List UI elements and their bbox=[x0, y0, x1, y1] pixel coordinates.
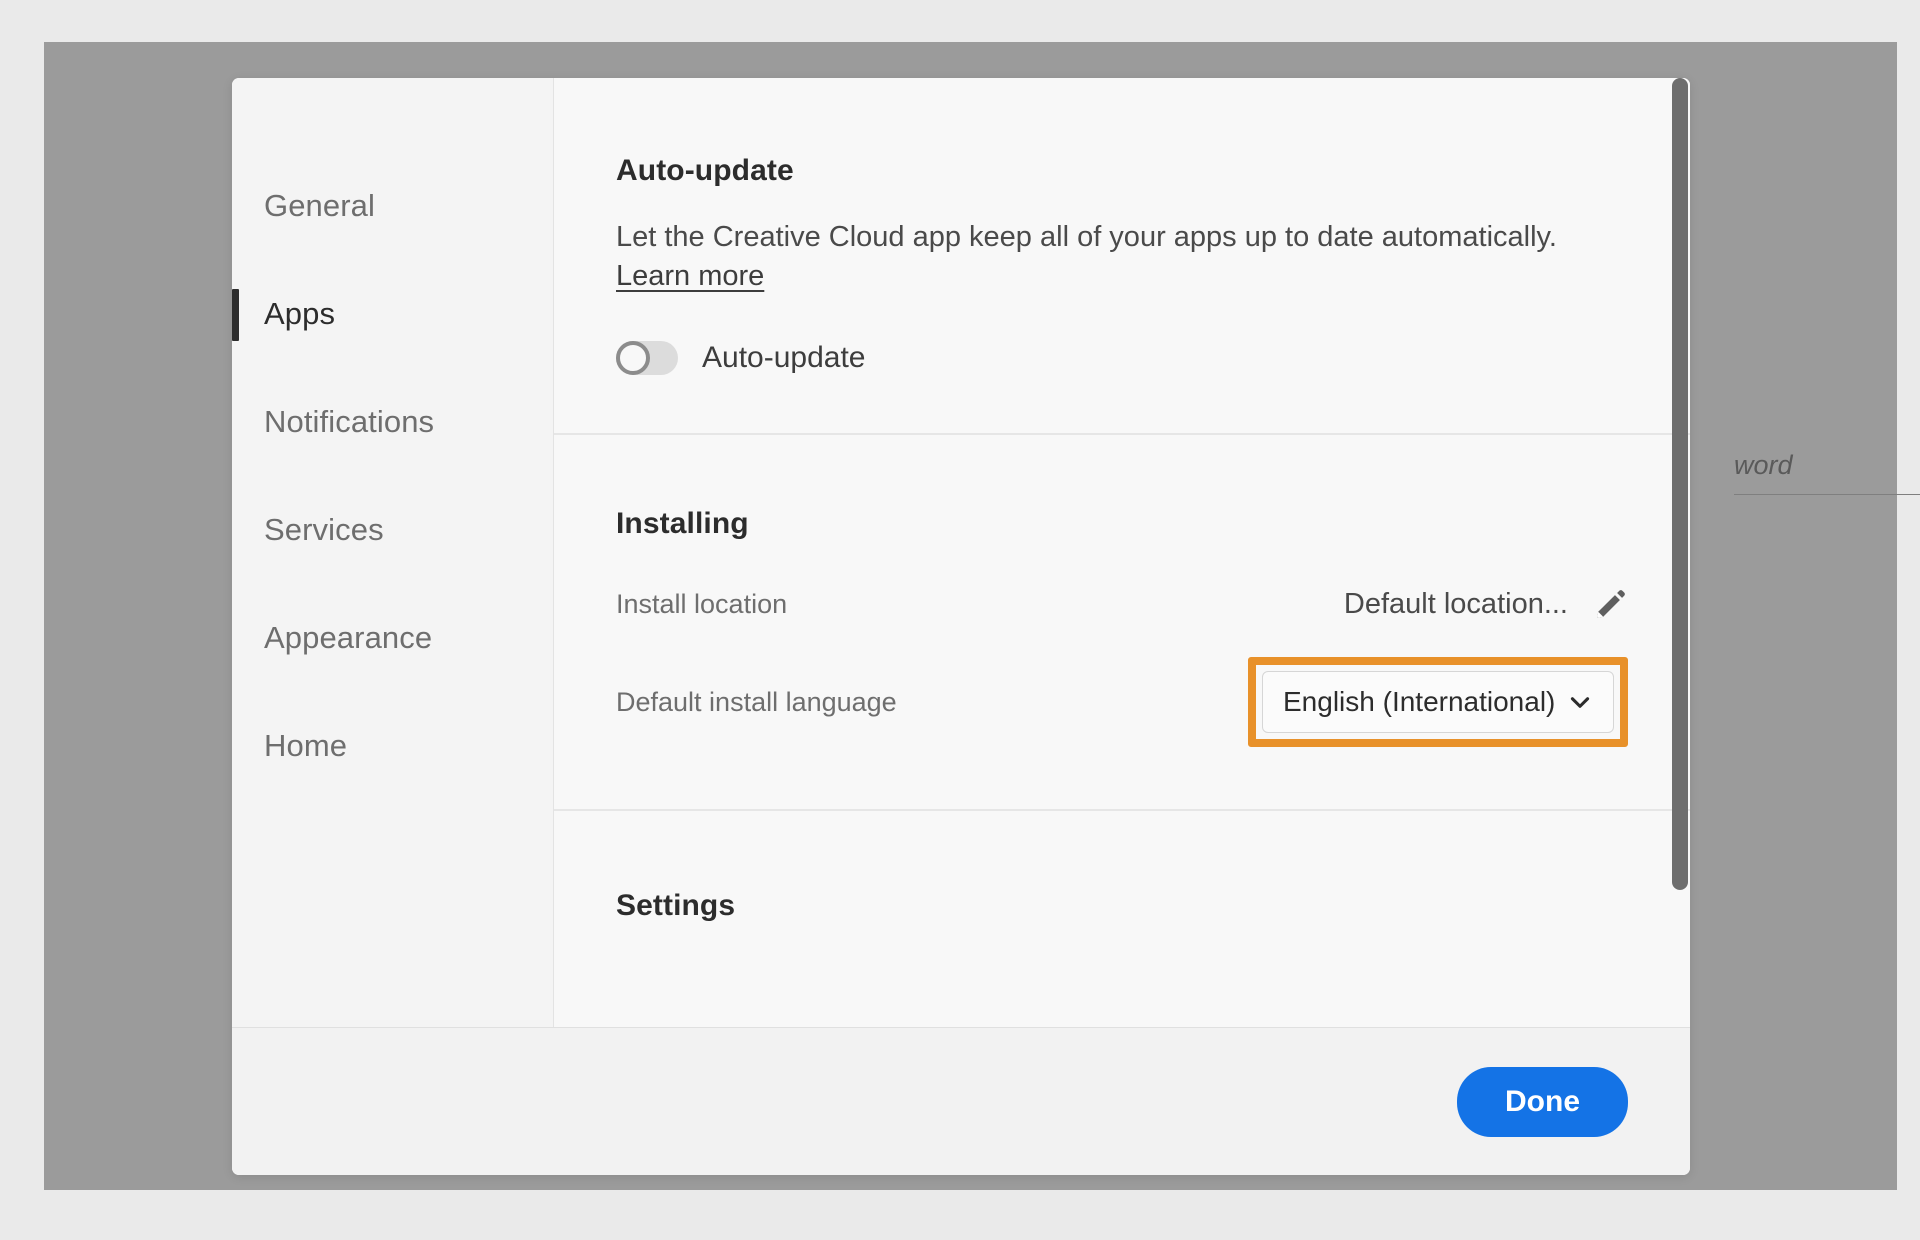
install-location-row: Install location Default location... bbox=[616, 587, 1628, 621]
done-button[interactable]: Done bbox=[1457, 1066, 1628, 1137]
section-title-installing: Installing bbox=[616, 507, 749, 541]
section-installing: Installing Install location Default loca… bbox=[554, 433, 1690, 809]
background-partial-text: word bbox=[1734, 450, 1793, 480]
default-install-language-select[interactable]: English (International) bbox=[1262, 671, 1614, 734]
content-scrollbar-thumb[interactable] bbox=[1672, 78, 1688, 890]
learn-more-link[interactable]: Learn more bbox=[616, 260, 764, 293]
sidebar-item-label: Notifications bbox=[264, 404, 435, 439]
default-install-language-value: English (International) bbox=[1283, 686, 1556, 718]
dialog-body: General Apps Notifications Services Appe… bbox=[232, 78, 1690, 1027]
dialog-footer: Done bbox=[232, 1027, 1690, 1175]
section-auto-update: Auto-update Let the Creative Cloud app k… bbox=[554, 78, 1690, 433]
install-location-value: Default location... bbox=[1343, 587, 1568, 620]
sidebar-item-services[interactable]: Services bbox=[232, 476, 553, 584]
screen-root: word General Apps Notifications Services bbox=[0, 0, 1920, 1240]
content-scrollbar-track[interactable] bbox=[1668, 78, 1690, 1027]
sidebar-item-home[interactable]: Home bbox=[232, 692, 553, 800]
section-title-auto-update: Auto-update bbox=[616, 154, 794, 187]
settings-sidebar: General Apps Notifications Services Appe… bbox=[232, 78, 554, 1027]
sidebar-item-apps[interactable]: Apps bbox=[232, 260, 553, 368]
install-location-value-group: Default location... bbox=[1344, 587, 1628, 621]
pencil-icon[interactable] bbox=[1594, 587, 1628, 621]
chevron-down-icon bbox=[1567, 689, 1593, 715]
sidebar-item-label: Home bbox=[264, 728, 348, 763]
language-select-highlight: English (International) bbox=[1248, 657, 1628, 748]
settings-content: Auto-update Let the Creative Cloud app k… bbox=[554, 78, 1690, 1027]
sidebar-item-notifications[interactable]: Notifications bbox=[232, 368, 553, 476]
sidebar-item-general[interactable]: General bbox=[232, 152, 553, 260]
default-install-language-row: Default install language English (Intern… bbox=[616, 657, 1628, 748]
preferences-dialog: General Apps Notifications Services Appe… bbox=[232, 78, 1690, 1175]
sidebar-item-label: General bbox=[264, 188, 375, 223]
default-install-language-label: Default install language bbox=[616, 686, 897, 717]
sidebar-item-label: Services bbox=[264, 512, 384, 547]
sidebar-item-label: Appearance bbox=[264, 620, 433, 655]
auto-update-toggle-row: Auto-update bbox=[616, 341, 1628, 376]
auto-update-toggle-label: Auto-update bbox=[702, 341, 866, 375]
background-divider bbox=[1734, 494, 1920, 495]
install-location-label: Install location bbox=[616, 588, 788, 619]
auto-update-description: Let the Creative Cloud app keep all of y… bbox=[616, 221, 1557, 253]
sidebar-item-appearance[interactable]: Appearance bbox=[232, 584, 553, 692]
sidebar-item-label: Apps bbox=[264, 296, 336, 331]
auto-update-toggle[interactable] bbox=[616, 341, 678, 376]
section-title-settings: Settings bbox=[616, 889, 736, 923]
toggle-knob bbox=[616, 341, 650, 376]
section-settings: Settings bbox=[554, 809, 1690, 983]
